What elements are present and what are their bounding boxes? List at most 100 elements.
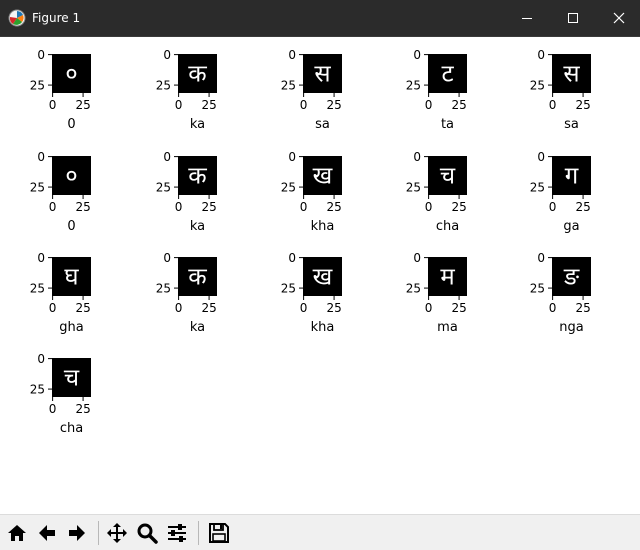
subplot-xlabel: gha xyxy=(59,320,83,335)
y-tick-label: 25 xyxy=(281,181,296,195)
y-tick-label: 0 xyxy=(537,251,545,265)
x-tick-label: 25 xyxy=(201,301,216,315)
subplot-15: ङ0250 25nga xyxy=(530,251,591,335)
x-tick-label: 25 xyxy=(75,301,90,315)
y-tick-label: 0 xyxy=(413,48,421,62)
y-tick-label: 25 xyxy=(156,282,171,296)
y-tick-label: 0 xyxy=(413,150,421,164)
subplot-grid: ०0250 250क0250 25kaस0250 25saट0250 25taस0250… xyxy=(30,48,591,436)
x-tick-label: 25 xyxy=(575,301,590,315)
x-tick-label: 25 xyxy=(75,402,90,416)
x-tick-label: 25 xyxy=(451,301,466,315)
back-button[interactable] xyxy=(34,519,60,547)
x-tick-label: 0 xyxy=(425,301,433,315)
y-tick-label: 0 xyxy=(163,150,171,164)
x-tick-label: 0 xyxy=(425,98,433,112)
toolbar-separator xyxy=(98,521,99,545)
character-glyph: ट xyxy=(441,60,454,88)
close-icon xyxy=(613,12,625,24)
x-tick-label: 25 xyxy=(75,98,90,112)
configure-subplots-button[interactable] xyxy=(164,519,190,547)
character-glyph: म xyxy=(440,263,455,291)
character-glyph: ग xyxy=(565,162,579,190)
minimize-icon xyxy=(522,18,532,19)
x-tick-label: 0 xyxy=(175,200,183,214)
x-tick-label: 0 xyxy=(49,402,57,416)
subplot-xlabel: ka xyxy=(190,219,205,234)
y-tick-label: 0 xyxy=(37,48,45,62)
zoom-button[interactable] xyxy=(134,519,160,547)
sliders-icon xyxy=(168,524,186,542)
x-tick-label: 25 xyxy=(75,200,90,214)
save-icon xyxy=(209,523,229,543)
arrow-left-icon xyxy=(39,525,55,541)
figure-canvas[interactable]: ० 0 25 0 25 0 क 0 25 0 25 ka स 0 25 0 25 sa ट 0 25 0 25 ta स 0 25 0… xyxy=(0,37,640,514)
x-tick-label: 0 xyxy=(300,98,308,112)
character-glyph: ० xyxy=(65,60,77,88)
close-button[interactable] xyxy=(596,0,640,36)
maximize-button[interactable] xyxy=(550,0,596,36)
x-tick-label: 25 xyxy=(451,200,466,214)
subplot-xlabel: cha xyxy=(436,219,459,234)
subplot-xlabel: ka xyxy=(190,117,205,132)
maximize-icon xyxy=(568,13,578,23)
subplot-xlabel: cha xyxy=(60,421,83,436)
y-tick-label: 25 xyxy=(530,79,545,93)
subplot-3: स0250 25sa xyxy=(281,48,342,132)
x-tick-label: 25 xyxy=(451,98,466,112)
title-bar[interactable]: Figure 1 xyxy=(0,0,640,37)
subplot-10: ग0250 25ga xyxy=(530,150,591,234)
y-tick-label: 25 xyxy=(30,383,45,397)
subplot-xlabel: 0 xyxy=(67,219,75,234)
y-tick-label: 25 xyxy=(530,181,545,195)
x-tick-label: 0 xyxy=(549,301,557,315)
character-glyph: ङ xyxy=(563,263,580,291)
x-tick-label: 0 xyxy=(300,301,308,315)
character-glyph: क xyxy=(188,263,207,291)
home-button[interactable] xyxy=(4,519,30,547)
x-tick-label: 25 xyxy=(575,98,590,112)
pan-button[interactable] xyxy=(104,519,130,547)
subplot-7: क0250 25ka xyxy=(156,150,217,234)
subplot-xlabel: kha xyxy=(311,320,335,335)
y-tick-label: 25 xyxy=(406,181,421,195)
subplot-1: ०0250 250 xyxy=(30,48,91,132)
toolbar-separator xyxy=(198,521,199,545)
character-glyph: स xyxy=(314,60,331,88)
character-glyph: ० xyxy=(65,162,77,190)
y-tick-label: 25 xyxy=(30,181,45,195)
subplot-xlabel: sa xyxy=(564,117,579,132)
subplot-14: म0250 25ma xyxy=(406,251,467,335)
save-button[interactable] xyxy=(206,519,232,547)
window-title: Figure 1 xyxy=(32,11,81,25)
y-tick-label: 25 xyxy=(281,282,296,296)
x-tick-label: 0 xyxy=(425,200,433,214)
x-tick-label: 0 xyxy=(49,200,57,214)
y-tick-label: 25 xyxy=(406,282,421,296)
y-tick-label: 25 xyxy=(30,79,45,93)
y-tick-label: 25 xyxy=(530,282,545,296)
y-tick-label: 0 xyxy=(37,352,45,366)
subplot-xlabel: sa xyxy=(315,117,330,132)
subplot-6: ०0250 250 xyxy=(30,150,91,234)
figure-window: Figure 1 ० 0 25 0 25 0 क 0 25 0 25 ka स 0 25 0 25 sa ट 0 25 0… xyxy=(0,0,640,550)
minimize-button[interactable] xyxy=(504,0,550,36)
y-tick-label: 0 xyxy=(288,150,296,164)
subplot-12: क0250 25ka xyxy=(156,251,217,335)
x-tick-label: 0 xyxy=(300,200,308,214)
move-icon xyxy=(107,523,127,543)
character-glyph: क xyxy=(188,162,207,190)
character-glyph: घ xyxy=(64,263,79,291)
x-tick-label: 0 xyxy=(175,301,183,315)
y-tick-label: 25 xyxy=(30,282,45,296)
y-tick-label: 0 xyxy=(537,150,545,164)
y-tick-label: 25 xyxy=(406,79,421,93)
y-tick-label: 0 xyxy=(163,48,171,62)
home-icon xyxy=(8,525,26,541)
forward-button[interactable] xyxy=(64,519,90,547)
subplot-5: स0250 25sa xyxy=(530,48,591,132)
y-tick-label: 0 xyxy=(288,48,296,62)
subplot-xlabel: 0 xyxy=(67,117,75,132)
x-tick-label: 25 xyxy=(201,98,216,112)
y-tick-label: 0 xyxy=(37,251,45,265)
